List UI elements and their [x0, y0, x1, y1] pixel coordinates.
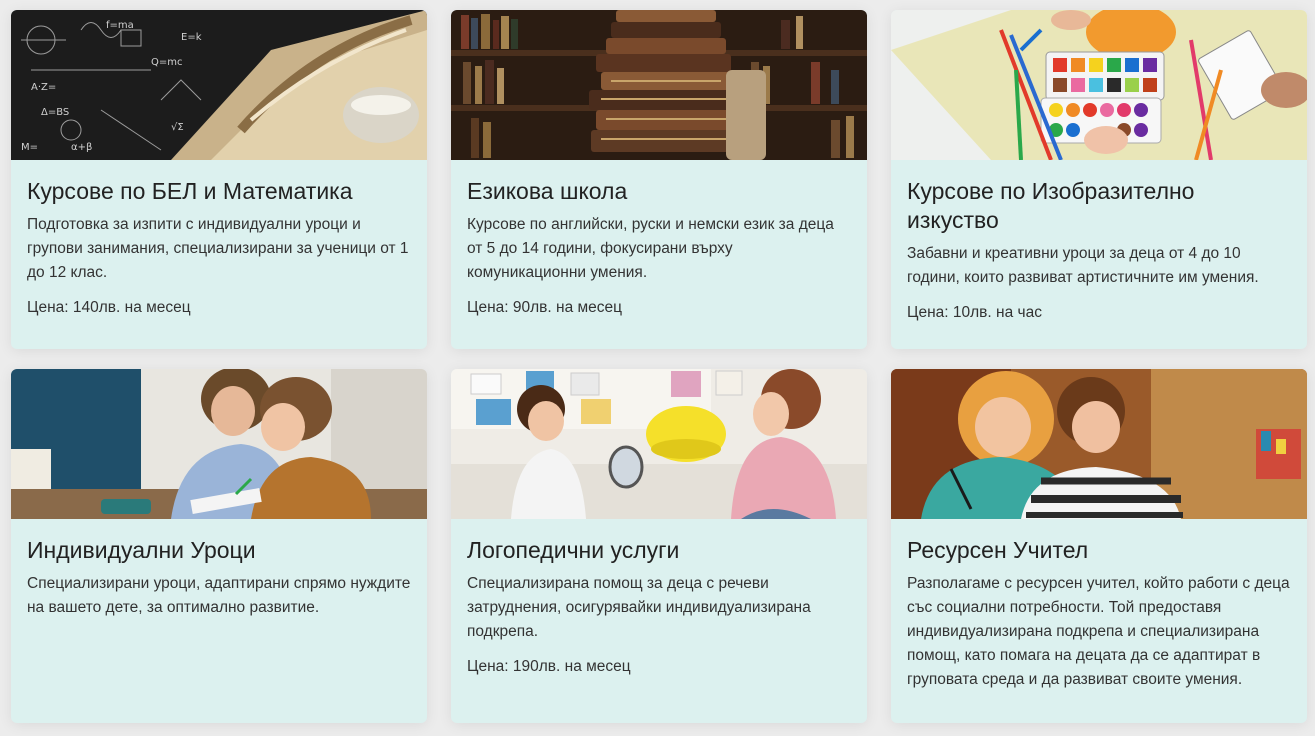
tutoring-image — [11, 369, 427, 519]
card-image — [451, 10, 867, 160]
service-card-language-school[interactable]: Езикова школа Курсове по английски, руск… — [451, 10, 867, 349]
resource-teacher-image — [891, 369, 1307, 519]
services-grid: f=ma A·Z= Q=mc Δ=BS √Σ E=k α+β M= Курсове по… — [11, 10, 1307, 723]
svg-text:√Σ: √Σ — [171, 122, 184, 133]
card-image: f=ma A·Z= Q=mc Δ=BS √Σ E=k α+β M= — [11, 10, 427, 160]
service-card-fine-arts[interactable]: Курсове по Изобразително изкуство Забавн… — [891, 10, 1307, 349]
card-image — [891, 369, 1307, 519]
svg-text:Q=mc: Q=mc — [151, 57, 183, 68]
card-price: Цена: 10лв. на час — [907, 304, 1042, 321]
card-title: Езикова школа — [467, 178, 628, 204]
svg-text:E=k: E=k — [181, 32, 202, 43]
service-card-resource-teacher[interactable]: Ресурсен Учител Разполагаме с ресурсен у… — [891, 369, 1307, 723]
card-description: Специализирани уроци, адаптирани спрямо … — [27, 575, 411, 616]
card-description: Подготовка за изпити с индивидуални уроц… — [27, 216, 409, 281]
svg-text:α+β: α+β — [71, 142, 92, 153]
card-title: Ресурсен Учител — [907, 537, 1089, 563]
card-image — [891, 10, 1307, 160]
books-image — [451, 10, 867, 160]
card-price: Цена: 90лв. на месец — [467, 299, 623, 316]
card-title: Курсове по Изобразително изкуство — [907, 178, 1195, 233]
paints-image — [891, 10, 1307, 160]
card-description: Разполагаме с ресурсен учител, който раб… — [907, 575, 1290, 688]
card-title: Индивидуални Уроци — [27, 537, 256, 563]
card-description: Специализирана помощ за деца с речеви за… — [467, 575, 811, 640]
service-card-bel-math[interactable]: f=ma A·Z= Q=mc Δ=BS √Σ E=k α+β M= Курсове по… — [11, 10, 427, 349]
svg-text:A·Z=: A·Z= — [31, 82, 56, 93]
speech-therapy-image — [451, 369, 867, 519]
service-card-individual-lessons[interactable]: Индивидуални Уроци Специализирани уроци,… — [11, 369, 427, 723]
card-price: Цена: 190лв. на месец — [467, 658, 631, 675]
svg-text:Δ=BS: Δ=BS — [41, 107, 69, 118]
service-card-speech-therapy[interactable]: Логопедични услуги Специализирана помощ … — [451, 369, 867, 723]
card-image — [11, 369, 427, 519]
card-image — [451, 369, 867, 519]
card-price: Цена: 140лв. на месец — [27, 299, 191, 316]
chalkboard-image: f=ma A·Z= Q=mc Δ=BS √Σ E=k α+β M= — [11, 10, 427, 160]
card-description: Курсове по английски, руски и немски ези… — [467, 216, 834, 281]
card-description: Забавни и креативни уроци за деца от 4 д… — [907, 245, 1259, 286]
card-title: Логопедични услуги — [467, 537, 680, 563]
card-title: Курсове по БЕЛ и Математика — [27, 178, 353, 204]
svg-text:M=: M= — [21, 142, 38, 153]
svg-text:f=ma: f=ma — [106, 20, 134, 31]
